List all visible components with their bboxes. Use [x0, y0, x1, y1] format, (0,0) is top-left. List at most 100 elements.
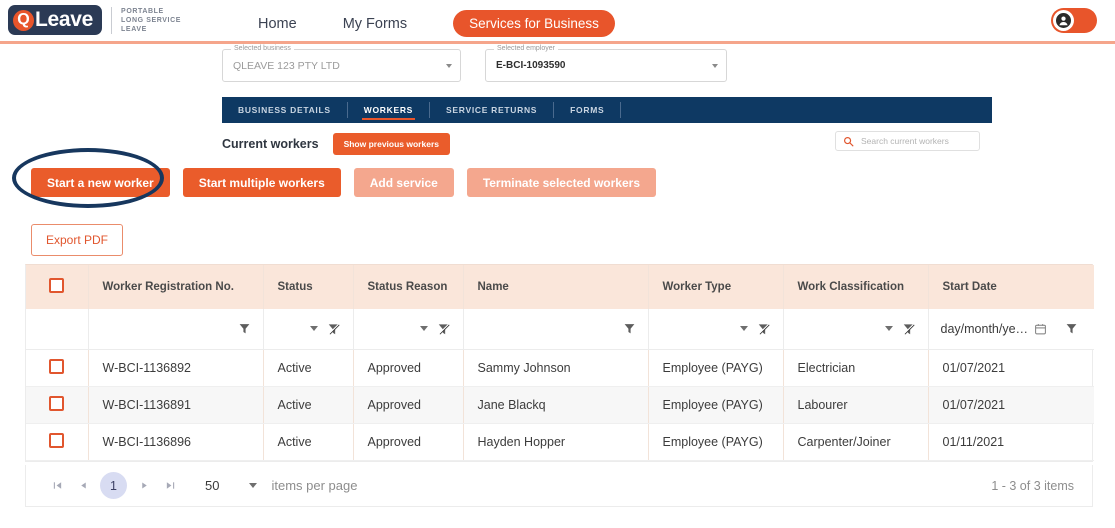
show-previous-workers-button[interactable]: Show previous workers [332, 133, 450, 155]
column-header-worker-type[interactable]: Worker Type [648, 265, 784, 309]
context-selectors: Selected business QLEAVE 123 PTY LTD Sel… [222, 45, 727, 82]
chevron-down-icon[interactable] [309, 326, 318, 332]
cell-start-date: 01/11/2021 [928, 423, 1094, 461]
table-row[interactable]: W-BCI-1136891 Active Approved Jane Black… [26, 386, 1094, 424]
tab-workers[interactable]: WORKERS [348, 97, 429, 123]
row-select-cell [26, 386, 89, 424]
column-header-name[interactable]: Name [463, 265, 649, 309]
previous-page-icon[interactable] [70, 473, 96, 499]
nav-item-home[interactable]: Home [258, 16, 297, 32]
table-row[interactable]: W-BCI-1136892 Active Approved Sammy John… [26, 349, 1094, 387]
add-service-button[interactable]: Add service [353, 168, 454, 197]
cell-work-classification: Carpenter/Joiner [783, 423, 929, 461]
clear-filter-icon[interactable] [437, 322, 451, 336]
logo-q-icon: Q [13, 9, 34, 31]
export-pdf-button[interactable]: Export PDF [31, 224, 124, 256]
cell-worker-registration-no: W-BCI-1136896 [88, 423, 264, 461]
page-size-value: 50 [205, 478, 220, 493]
cell-name: Jane Blackq [463, 386, 649, 424]
column-header-work-classification[interactable]: Work Classification [783, 265, 929, 309]
page-number-1[interactable]: 1 [100, 472, 127, 499]
filter-cell-status-reason [353, 309, 464, 350]
tab-business-details[interactable]: BUSINESS DETAILS [222, 97, 347, 123]
chevron-down-icon[interactable] [712, 63, 718, 68]
search-input[interactable] [859, 135, 972, 147]
filter-funnel-icon[interactable] [623, 322, 636, 335]
selected-employer-select[interactable]: Selected employer E-BCI-1093590 [485, 45, 727, 82]
calendar-icon[interactable] [1034, 322, 1047, 336]
user-account-button[interactable] [1051, 8, 1097, 33]
main-navigation: Home My Forms Services for Business [258, 10, 615, 37]
start-a-new-worker-button[interactable]: Start a new worker [31, 168, 170, 197]
logo-tagline: PORTABLE LONG SERVICE LEAVE [111, 6, 182, 34]
page-size-select[interactable]: 50 [205, 478, 258, 493]
clear-filter-icon[interactable] [902, 322, 916, 336]
current-workers-label: Current workers [222, 137, 319, 151]
selected-employer-label: Selected employer [494, 45, 558, 52]
logo-tagline-line-2: LONG SERVICE [121, 16, 182, 24]
search-icon [843, 136, 854, 147]
pager-summary: 1 - 3 of 3 items [991, 478, 1074, 493]
chevron-down-icon[interactable] [739, 326, 748, 332]
logo-tagline-line-1: PORTABLE [121, 7, 164, 15]
table-row[interactable]: W-BCI-1136896 Active Approved Hayden Hop… [26, 423, 1094, 461]
column-header-worker-registration-no[interactable]: Worker Registration No. [88, 265, 264, 309]
start-date-filter-input[interactable]: day/month/ye… [941, 322, 1029, 336]
app-page: Q Leave PORTABLE LONG SERVICE LEAVE Home… [0, 0, 1115, 528]
items-per-page-label: items per page [271, 478, 358, 493]
top-navigation-bar: Q Leave PORTABLE LONG SERVICE LEAVE Home… [0, 0, 1115, 41]
clear-filter-icon[interactable] [327, 322, 341, 336]
filter-cell-status [263, 309, 354, 350]
row-checkbox[interactable] [49, 395, 65, 411]
row-checkbox[interactable] [49, 358, 65, 374]
logo-wordmark: Leave [35, 8, 94, 31]
logo-badge: Q Leave [8, 5, 103, 35]
selected-business-label: Selected business [231, 45, 294, 52]
chevron-down-icon[interactable] [419, 326, 428, 332]
selected-business-select[interactable]: Selected business QLEAVE 123 PTY LTD [222, 45, 461, 82]
workers-grid: Worker Registration No. Status Status Re… [25, 264, 1094, 462]
qleave-logo[interactable]: Q Leave PORTABLE LONG SERVICE LEAVE [8, 5, 181, 35]
chevron-down-icon[interactable] [249, 483, 258, 488]
cell-status: Active [263, 386, 354, 424]
column-header-status-reason[interactable]: Status Reason [353, 265, 464, 309]
start-multiple-workers-button[interactable]: Start multiple workers [182, 168, 341, 197]
select-all-header [26, 265, 89, 309]
cell-name: Hayden Hopper [463, 423, 649, 461]
column-header-start-date[interactable]: Start Date [928, 265, 1094, 309]
row-select-cell [26, 349, 89, 387]
search-current-workers[interactable] [835, 131, 980, 151]
filter-funnel-icon[interactable] [238, 322, 251, 335]
cell-worker-type: Employee (PAYG) [648, 386, 784, 424]
section-tabs: BUSINESS DETAILS WORKERS SERVICE RETURNS… [222, 97, 992, 123]
cell-status-reason: Approved [353, 423, 464, 461]
filter-cell-work-classification [783, 309, 929, 350]
chevron-down-icon[interactable] [884, 326, 893, 332]
first-page-icon[interactable] [44, 473, 70, 499]
last-page-icon[interactable] [157, 473, 183, 499]
row-checkbox[interactable] [49, 432, 65, 448]
terminate-selected-workers-button[interactable]: Terminate selected workers [466, 168, 656, 197]
selected-employer-value: E-BCI-1093590 [496, 60, 566, 71]
cell-work-classification: Electrician [783, 349, 929, 387]
tab-service-returns[interactable]: SERVICE RETURNS [430, 97, 553, 123]
worker-action-buttons: Start a new worker Start multiple worker… [31, 168, 656, 197]
filter-cell-name [463, 309, 649, 350]
filter-funnel-icon[interactable] [1065, 322, 1078, 335]
grid-pager: 1 50 items per page 1 - 3 of 3 items [25, 465, 1093, 507]
cell-worker-registration-no: W-BCI-1136891 [88, 386, 264, 424]
cell-worker-registration-no: W-BCI-1136892 [88, 349, 264, 387]
chevron-down-icon[interactable] [446, 63, 452, 68]
tab-forms[interactable]: FORMS [554, 97, 620, 123]
grid-filter-row: day/month/ye… [26, 309, 1094, 350]
cell-status-reason: Approved [353, 349, 464, 387]
filter-cell-empty [26, 309, 89, 350]
cell-status-reason: Approved [353, 386, 464, 424]
select-all-checkbox[interactable] [49, 278, 65, 293]
cell-status: Active [263, 423, 354, 461]
clear-filter-icon[interactable] [757, 322, 771, 336]
nav-item-services-for-business[interactable]: Services for Business [453, 10, 615, 37]
nav-item-my-forms[interactable]: My Forms [343, 16, 407, 32]
column-header-status[interactable]: Status [263, 265, 354, 309]
next-page-icon[interactable] [131, 473, 157, 499]
